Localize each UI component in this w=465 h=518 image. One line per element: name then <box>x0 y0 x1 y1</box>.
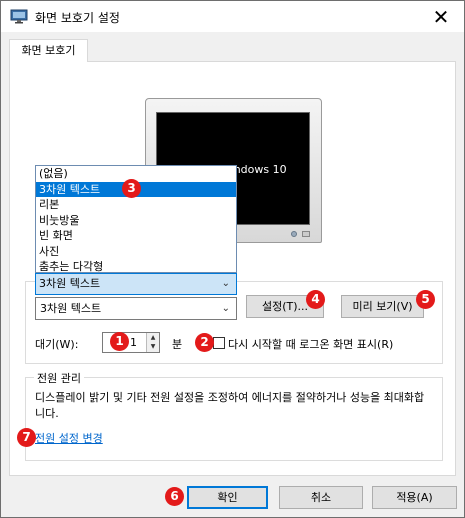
title-bar: 화면 보호기 설정 ✕ <box>1 1 464 32</box>
screensaver-select[interactable]: 3차원 텍스트 ⌄ <box>35 297 237 320</box>
annotation-badge-4: 4 <box>306 290 325 309</box>
cancel-button[interactable]: 취소 <box>279 486 363 509</box>
chevron-down-icon: ⌄ <box>221 303 230 314</box>
preview-button[interactable]: 미리 보기(V) <box>341 295 424 318</box>
wait-label: 대기(W): <box>35 338 79 351</box>
stepper-up-icon[interactable]: ▲ <box>147 333 159 342</box>
monitor-button-icon <box>302 231 310 237</box>
close-icon: ✕ <box>432 4 450 29</box>
power-led-icon <box>291 231 297 237</box>
combo-value: 3차원 텍스트 <box>39 277 101 290</box>
dropdown-option[interactable]: 비눗방울 <box>36 213 236 229</box>
dropdown-option[interactable]: 사진 <box>36 244 236 260</box>
screensaver-select-value: 3차원 텍스트 <box>40 302 102 315</box>
dropdown-option[interactable]: 빈 화면 <box>36 228 236 244</box>
annotation-badge-7: 7 <box>17 428 36 447</box>
power-group-title: 전원 관리 <box>34 370 84 386</box>
power-description: 디스플레이 밝기 및 기타 전원 설정을 조정하여 에너지를 절약하거나 성능을… <box>35 391 425 420</box>
logon-label[interactable]: 다시 시작할 때 로그온 화면 표시(R) <box>228 336 393 352</box>
chevron-down-icon: ⌄ <box>221 278 230 289</box>
tab-screensaver[interactable]: 화면 보호기 <box>9 39 88 62</box>
stepper-arrows[interactable]: ▲ ▼ <box>146 333 159 352</box>
annotation-badge-1: 1 <box>110 332 129 351</box>
window-title: 화면 보호기 설정 <box>35 11 120 25</box>
annotation-badge-3: 3 <box>122 179 141 198</box>
stepper-down-icon[interactable]: ▼ <box>147 342 159 351</box>
annotation-badge-2: 2 <box>195 333 214 352</box>
wait-minutes-value: 1 <box>130 336 137 349</box>
display-settings-icon <box>10 9 28 24</box>
close-button[interactable]: ✕ <box>418 1 464 32</box>
annotation-badge-5: 5 <box>416 290 435 309</box>
ok-button[interactable]: 확인 <box>187 486 268 509</box>
screensaver-combo-open[interactable]: 3차원 텍스트 ⌄ <box>35 273 237 295</box>
wait-unit-label: 분 <box>172 338 183 351</box>
apply-button[interactable]: 적용(A) <box>372 486 457 509</box>
logon-checkbox[interactable] <box>213 337 225 349</box>
dropdown-option[interactable]: 리본 <box>36 197 236 213</box>
screensaver-settings-window: 화면 보호기 설정 ✕ 화면 보호기 Windows 10 (없음) 3차원 텍… <box>0 0 465 518</box>
power-settings-link[interactable]: 전원 설정 변경 <box>35 430 103 446</box>
annotation-badge-6: 6 <box>165 487 184 506</box>
